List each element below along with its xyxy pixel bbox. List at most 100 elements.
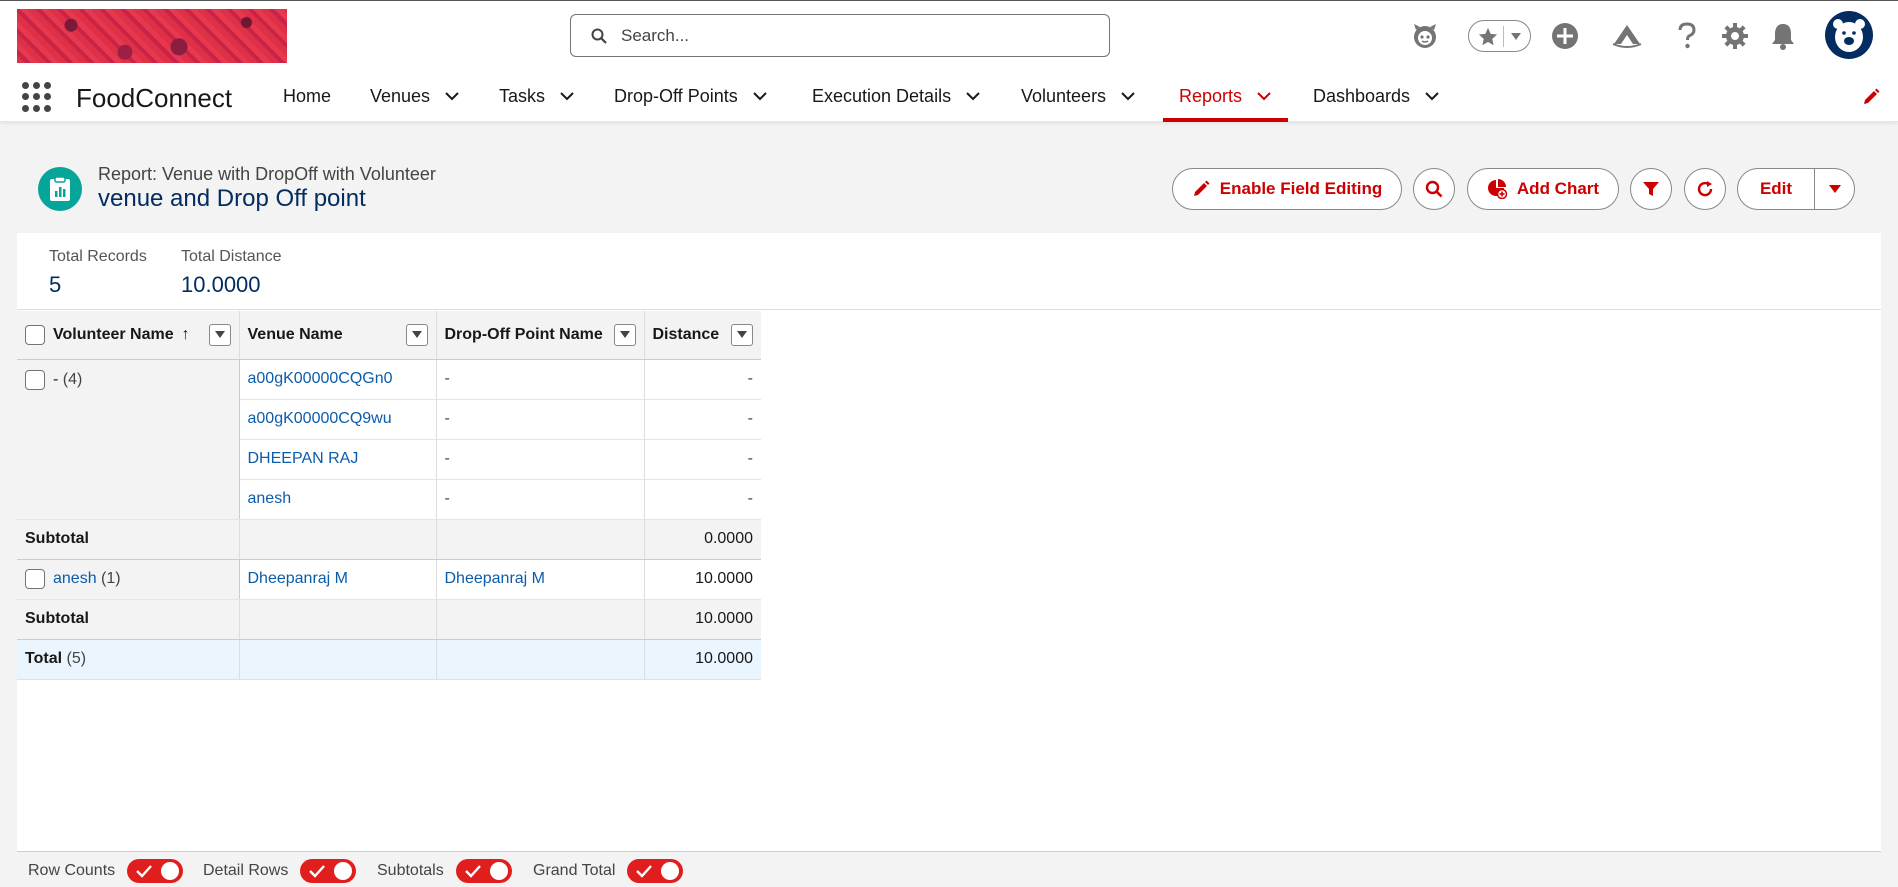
column-menu-button[interactable] xyxy=(208,323,231,346)
column-menu-button[interactable] xyxy=(405,323,428,346)
table-header-row: Volunteer Name ↑ Venue Name Drop-Off Poin… xyxy=(17,311,761,360)
table-row: - (4) a00gK00000CQGn0 - - xyxy=(17,359,761,520)
venue-link[interactable]: DHEEPAN RAJ xyxy=(248,450,359,467)
nav-item-execution-details[interactable]: Execution Details xyxy=(812,70,981,122)
total-distance-label: Total Distance xyxy=(181,248,282,265)
setup-gear-icon[interactable] xyxy=(1718,19,1752,53)
subtotals-toggle-group: Subtotals xyxy=(377,859,512,883)
chevron-down-icon[interactable] xyxy=(444,91,460,101)
filter-button[interactable] xyxy=(1630,168,1672,210)
global-search[interactable] xyxy=(570,14,1110,57)
total-records-label: Total Records xyxy=(49,248,147,265)
edit-menu-button[interactable] xyxy=(1815,169,1855,209)
dropoff-value: - xyxy=(444,450,450,467)
distance-value: - xyxy=(747,410,753,427)
favorites-group[interactable] xyxy=(1468,20,1531,52)
search-icon xyxy=(1425,180,1443,198)
nav-item-label: Tasks xyxy=(499,85,546,106)
edit-split-button[interactable]: Edit xyxy=(1737,168,1855,210)
row-counts-toggle[interactable] xyxy=(127,859,184,883)
chevron-down-icon[interactable] xyxy=(1424,91,1440,101)
check-icon xyxy=(464,865,481,878)
add-icon[interactable] xyxy=(1548,19,1582,53)
edit-nav-pencil-icon[interactable] xyxy=(1862,88,1880,106)
subtotal-label: Subtotal xyxy=(17,599,239,640)
chevron-down-icon xyxy=(1829,185,1841,193)
org-logo[interactable] xyxy=(17,9,287,63)
chevron-down-icon[interactable] xyxy=(1256,91,1272,101)
search-input[interactable] xyxy=(621,23,1091,49)
check-icon xyxy=(136,865,153,878)
nav-item-drop-off-points[interactable]: Drop-Off Points xyxy=(614,70,768,122)
favorites-menu-icon[interactable] xyxy=(1509,29,1523,43)
group-label-link[interactable]: anesh xyxy=(53,570,97,587)
chevron-down-icon[interactable] xyxy=(752,91,768,101)
report-summary: Total Records 5 Total Distance 10.0000 xyxy=(17,233,1881,310)
group-count: (4) xyxy=(62,370,83,388)
agent-icon[interactable] xyxy=(1408,19,1442,53)
favorites-star-icon[interactable] xyxy=(1477,26,1499,48)
column-label: Drop-Off Point Name xyxy=(444,325,603,343)
button-label: Add Chart xyxy=(1516,179,1600,198)
check-icon xyxy=(636,865,653,878)
select-all-checkbox[interactable] xyxy=(25,324,45,345)
nav-item-tasks[interactable]: Tasks xyxy=(499,70,575,122)
notifications-bell-icon[interactable] xyxy=(1766,19,1800,53)
dropoff-link[interactable]: Dheepanraj M xyxy=(445,570,546,587)
detail-rows-toggle[interactable] xyxy=(300,859,357,883)
column-header-volunteer-name[interactable]: Volunteer Name ↑ xyxy=(17,311,239,360)
trailhead-icon[interactable] xyxy=(1610,19,1644,53)
group-label: - xyxy=(53,370,59,388)
column-header-drop-off-point-name[interactable]: Drop-Off Point Name xyxy=(435,311,644,360)
chevron-down-icon[interactable] xyxy=(965,91,981,101)
toggle-label: Detail Rows xyxy=(203,862,289,879)
group-checkbox[interactable] xyxy=(25,369,45,390)
chevron-down-icon[interactable] xyxy=(559,91,575,101)
check-icon xyxy=(309,865,326,878)
group-count: (1) xyxy=(101,570,121,588)
column-header-venue-name[interactable]: Venue Name xyxy=(238,311,436,360)
button-label: Enable Field Editing xyxy=(1219,179,1383,198)
help-icon[interactable] xyxy=(1670,19,1704,53)
search-report-button[interactable] xyxy=(1413,168,1455,210)
nav-item-venues[interactable]: Venues xyxy=(370,70,460,122)
report-footer-toggles: Row Counts Detail Rows Subtotals Grand T… xyxy=(17,851,1881,887)
add-chart-button[interactable]: Add Chart xyxy=(1467,168,1619,210)
filter-icon xyxy=(1643,182,1659,196)
subtotals-toggle[interactable] xyxy=(455,859,512,883)
nav-item-reports[interactable]: Reports xyxy=(1163,70,1289,122)
column-label: Distance xyxy=(652,325,720,343)
venue-link[interactable]: a00gK00000CQGn0 xyxy=(248,370,393,387)
distance-value: - xyxy=(747,490,753,507)
group-checkbox[interactable] xyxy=(25,569,45,589)
report-body: Total Records 5 Total Distance 10.0000 V… xyxy=(17,233,1881,851)
edit-button[interactable]: Edit xyxy=(1738,169,1814,209)
venue-link[interactable]: Dheepanraj M xyxy=(248,570,349,587)
avatar[interactable] xyxy=(1825,11,1873,59)
total-records-value: 5 xyxy=(49,272,62,297)
sort-ascending-icon[interactable]: ↑ xyxy=(182,326,190,344)
column-menu-button[interactable] xyxy=(731,323,753,346)
column-label: Volunteer Name xyxy=(53,325,174,343)
total-cell: Total (5) xyxy=(17,639,239,680)
chevron-down-icon xyxy=(411,331,422,339)
detail-rows-toggle-group: Detail Rows xyxy=(203,859,357,883)
app-nav-bar: FoodConnect Home Venues Tasks Drop-Off P… xyxy=(0,70,1898,122)
column-menu-button[interactable] xyxy=(613,323,636,346)
venue-link[interactable]: a00gK00000CQ9wu xyxy=(248,410,392,427)
dropoff-value: - xyxy=(444,490,450,507)
chevron-down-icon[interactable] xyxy=(1120,91,1136,101)
dropoff-value: - xyxy=(444,370,450,387)
nav-item-volunteers[interactable]: Volunteers xyxy=(1021,70,1136,122)
search-icon xyxy=(591,28,607,44)
venue-link[interactable]: anesh xyxy=(248,490,292,507)
enable-field-editing-button[interactable]: Enable Field Editing xyxy=(1172,168,1402,210)
nav-item-home[interactable]: Home xyxy=(283,70,331,122)
app-launcher-icon[interactable] xyxy=(22,82,52,112)
subtotal-value: 10.0000 xyxy=(643,599,761,640)
grand-total-toggle-group: Grand Total xyxy=(533,859,684,883)
grand-total-toggle[interactable] xyxy=(627,859,684,883)
column-header-distance[interactable]: Distance xyxy=(643,311,761,360)
refresh-button[interactable] xyxy=(1684,168,1726,210)
nav-item-dashboards[interactable]: Dashboards xyxy=(1313,70,1440,122)
